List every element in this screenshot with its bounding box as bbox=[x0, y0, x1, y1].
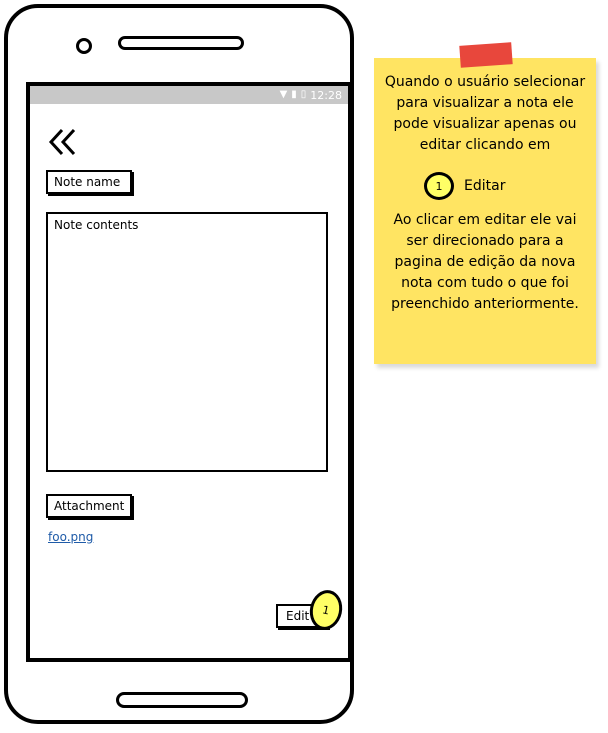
callout-marker-icon: 1 bbox=[424, 172, 454, 200]
camera-icon bbox=[76, 38, 92, 54]
status-time: 12:28 bbox=[310, 88, 342, 102]
speaker-grille bbox=[118, 36, 244, 50]
attachment-label: Attachment bbox=[54, 499, 125, 513]
wifi-icon: ▼ bbox=[279, 89, 288, 100]
battery-icon: ▯ bbox=[300, 89, 307, 100]
annotation-paragraph-2: Ao clicar em editar ele vai ser direcion… bbox=[391, 212, 579, 312]
attachment-field: Attachment bbox=[46, 494, 132, 518]
sticky-tape bbox=[459, 42, 513, 68]
note-name-label: Note name bbox=[54, 175, 121, 189]
annotation-sticky-note: Quando o usuário selecionar para visuali… bbox=[374, 58, 596, 364]
home-button bbox=[116, 692, 248, 708]
note-contents-text: Note contents bbox=[54, 218, 139, 232]
annotation-marker-label: Editar bbox=[464, 178, 506, 194]
annotation-marker-reference: 1 Editar bbox=[424, 172, 505, 200]
status-bar: ▼ ▮ ▯ 12:28 bbox=[30, 86, 348, 104]
phone-screen: ▼ ▮ ▯ 12:28 Note name Note contents Atta… bbox=[26, 82, 352, 662]
attachment-file-link[interactable]: foo.png bbox=[48, 530, 93, 544]
note-name-field: Note name bbox=[46, 170, 132, 194]
phone-frame: ▼ ▮ ▯ 12:28 Note name Note contents Atta… bbox=[4, 4, 354, 724]
back-double-chevron-icon[interactable] bbox=[48, 128, 82, 156]
edit-button-label: Edit bbox=[286, 609, 310, 623]
signal-icon: ▮ bbox=[291, 89, 297, 100]
annotation-paragraph-1: Quando o usuário selecionar para visuali… bbox=[384, 74, 586, 153]
note-contents-area: Note contents bbox=[46, 212, 328, 472]
